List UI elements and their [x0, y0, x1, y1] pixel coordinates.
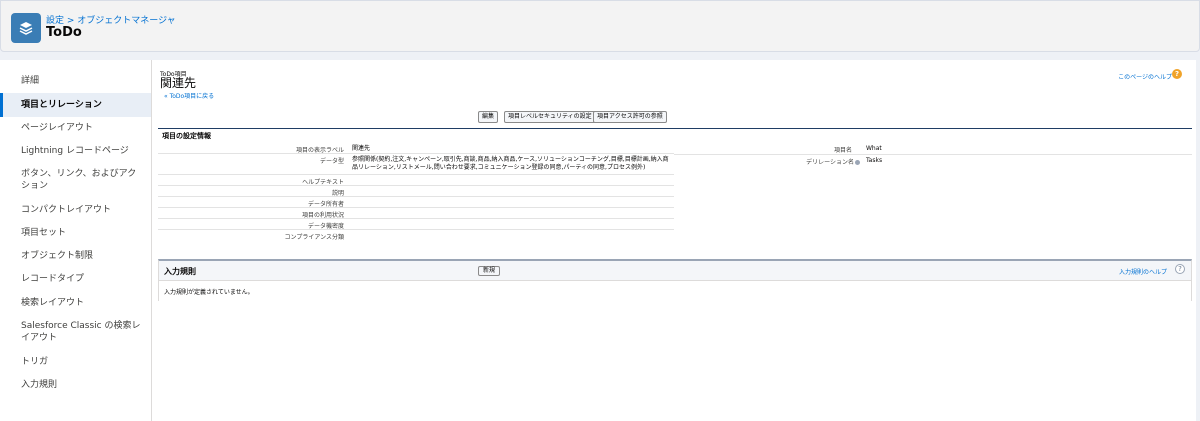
sidebar-item-fields-relationships[interactable]: 項目とリレーション: [0, 93, 151, 117]
info-icon[interactable]: [855, 160, 860, 165]
detail-row-data-type: データ型 参照関係(契約,注文,キャンペーン,取引先,商談,商品,納入商品,ケー…: [158, 154, 674, 175]
detail-label: ヘルプテキスト: [302, 179, 344, 186]
rules-empty-row: 入力規則が定義されていません。: [159, 280, 1191, 302]
section-divider: [158, 128, 1192, 129]
sidebar-item-search-layouts[interactable]: 検索レイアウト: [0, 297, 151, 311]
sidebar-item-validation-rules[interactable]: 入力規則: [0, 379, 151, 393]
sidebar-item-details[interactable]: 詳細: [0, 74, 151, 88]
rules-empty-text: 入力規則が定義されていません。: [164, 289, 254, 296]
detail-label: 項目名: [833, 147, 852, 154]
relationship-name-label: デリレーション名: [806, 159, 854, 166]
detail-row-field-usage: 項目の利用状況: [158, 208, 674, 219]
detail-label: データ型: [319, 158, 344, 165]
sidebar-item-record-types[interactable]: レコードタイプ: [0, 273, 151, 287]
detail-label: コンプライアンス分類: [284, 234, 344, 241]
detail-row-compliance: コンプライアンス分類: [158, 230, 674, 241]
detail-value: What: [866, 145, 882, 152]
sidebar-item-object-limits[interactable]: オブジェクト制限: [0, 250, 151, 264]
detail-label: 項目の表示ラベル: [295, 147, 344, 154]
page-title: ToDo: [46, 25, 82, 40]
row-divider: [674, 154, 1192, 155]
detail-value: Tasks: [866, 157, 883, 164]
sidebar-item-lightning-pages[interactable]: Lightning レコードページ: [0, 145, 151, 159]
sidebar-item-page-layouts[interactable]: ページレイアウト: [0, 122, 151, 136]
detail-row-data-sensitivity: データ機密度: [158, 219, 674, 230]
back-link[interactable]: « ToDo項目に戻る: [164, 91, 214, 100]
detail-label: データ所有者: [307, 201, 344, 208]
page-help-link[interactable]: このページのヘルプ: [1118, 72, 1172, 81]
detail-label: デリレーション名: [792, 157, 860, 166]
detail-label: 説明: [331, 190, 344, 197]
field-security-button[interactable]: 項目レベルセキュリティの設定: [504, 111, 596, 123]
sidebar-item-field-sets[interactable]: 項目セット: [0, 227, 151, 241]
sidebar-item-triggers[interactable]: トリガ: [0, 356, 151, 370]
detail-value: 関連先: [352, 145, 371, 152]
detail-value: 参照関係(契約,注文,キャンペーン,取引先,商談,商品,納入商品,ケース,ソリュ…: [352, 156, 669, 171]
detail-row-description: 説明: [158, 186, 674, 197]
rules-help-link[interactable]: 入力規則のヘルプ: [1119, 267, 1167, 276]
new-rule-button[interactable]: 新規: [478, 266, 501, 276]
validation-rules-panel: 入力規則 新規 入力規則のヘルプ ? 入力規則が定義されていません。: [158, 259, 1192, 302]
layers-icon: [11, 13, 41, 43]
main-content: ToDo項目 関連先 « ToDo項目に戻る このページのヘルプ ? 編集 項目…: [152, 60, 1196, 421]
sidebar-item-classic-search-layouts[interactable]: Salesforce Classic の検索レイアウト: [0, 320, 151, 346]
edit-button[interactable]: 編集: [478, 111, 499, 123]
page-header: 設定 > オブジェクトマネージャ ToDo: [0, 0, 1200, 52]
question-icon[interactable]: ?: [1175, 264, 1185, 274]
field-title: 関連先: [160, 76, 197, 90]
help-icon[interactable]: ?: [1172, 69, 1182, 79]
detail-row-label: 項目の表示ラベル 関連先: [158, 143, 674, 154]
detail-label: データ機密度: [307, 223, 344, 230]
detail-row-help-text: ヘルプテキスト: [158, 175, 674, 186]
rules-title: 入力規則: [164, 267, 196, 276]
section-title: 項目の設定情報: [162, 132, 211, 140]
sidebar: 詳細 項目とリレーション ページレイアウト Lightning レコードページ …: [0, 60, 152, 421]
detail-label: 項目の利用状況: [301, 212, 344, 219]
sidebar-item-compact-layouts[interactable]: コンパクトレイアウト: [0, 204, 151, 218]
sidebar-item-buttons-links-actions[interactable]: ボタン、リンク、およびアクション: [0, 168, 151, 194]
field-access-button[interactable]: 項目アクセス許可の参照: [593, 111, 667, 123]
detail-row-data-owner: データ所有者: [158, 197, 674, 208]
